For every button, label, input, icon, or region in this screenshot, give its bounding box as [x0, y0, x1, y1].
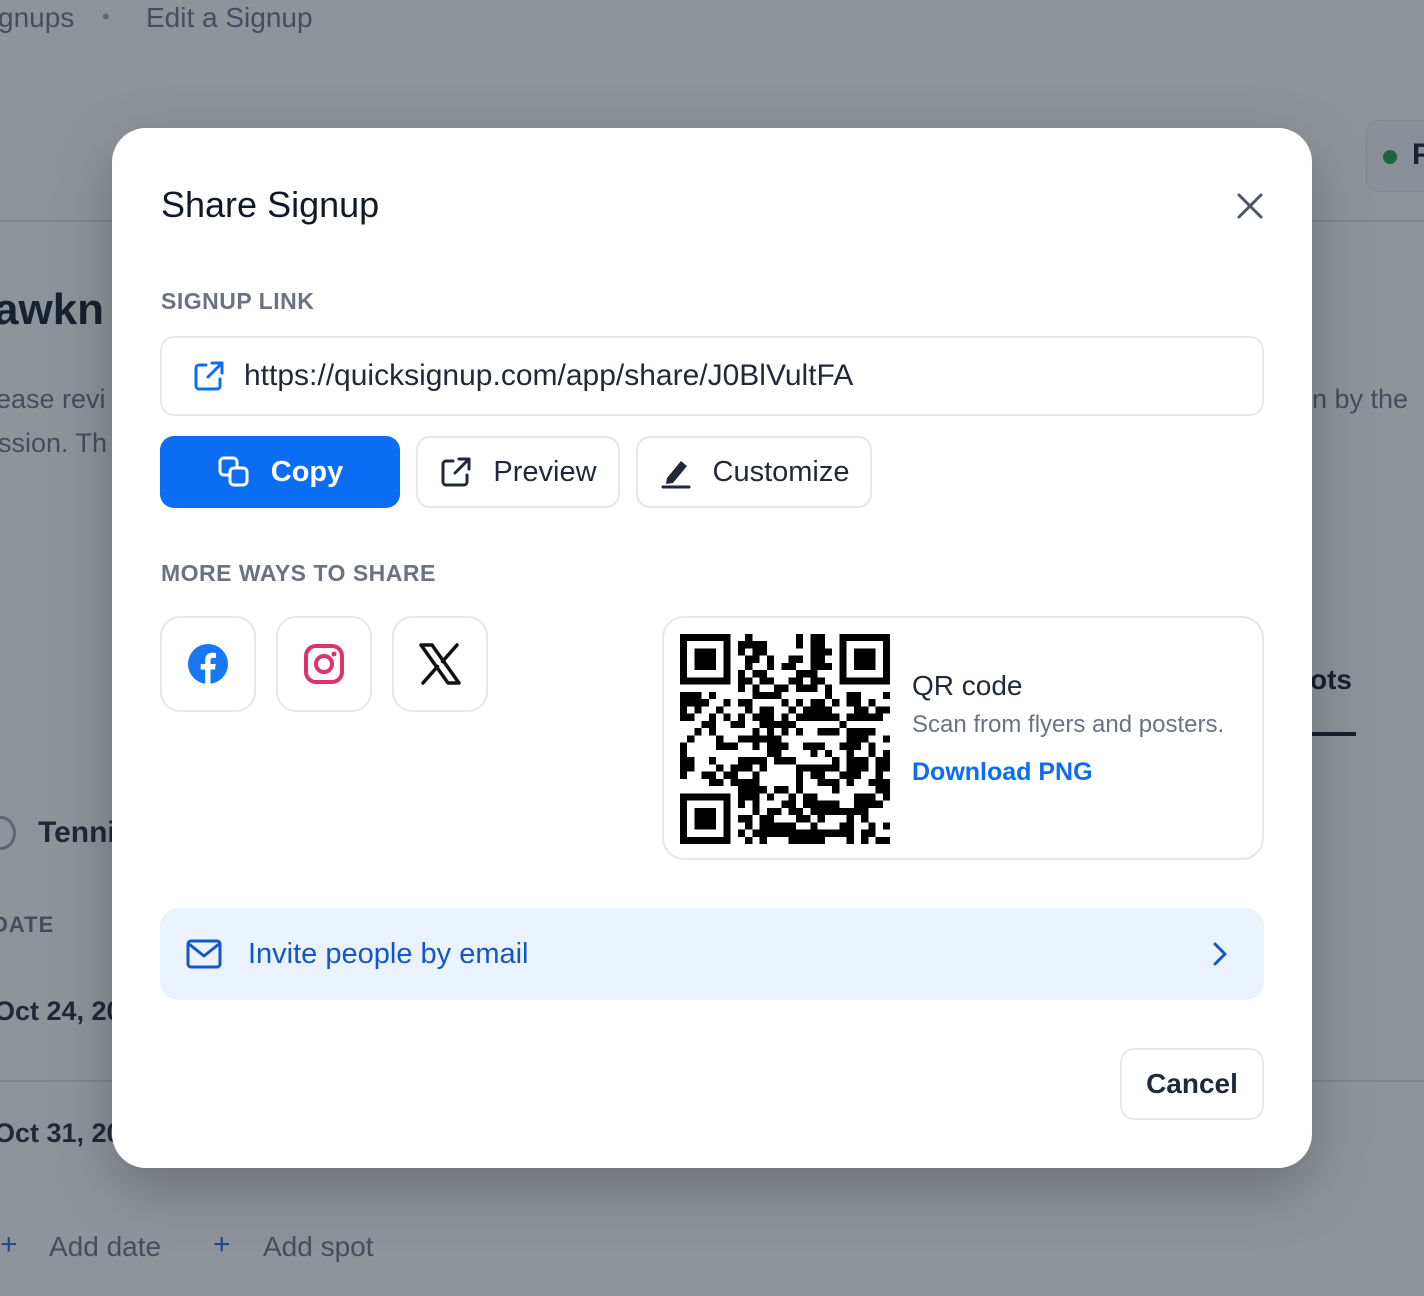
signup-link-field[interactable]: https://quicksignup.com/app/share/J0BlVu… [160, 336, 1264, 416]
share-x-button[interactable] [392, 616, 488, 712]
copy-button-label: Copy [270, 455, 344, 488]
download-png-link[interactable]: Download PNG [912, 758, 1093, 787]
copy-icon [218, 456, 249, 487]
pencil-icon [661, 461, 690, 489]
qr-subtitle: Scan from flyers and posters. [912, 711, 1225, 738]
share-instagram-button[interactable] [276, 616, 372, 712]
customize-button[interactable]: Customize [636, 436, 872, 508]
x-icon [419, 643, 461, 685]
close-button[interactable] [1230, 186, 1270, 226]
chevron-right-icon [1213, 942, 1227, 966]
qr-title: QR code [912, 670, 1023, 701]
invite-by-email-button[interactable]: Invite people by email [160, 908, 1264, 1000]
share-dialog: Share Signup SIGNUP LINK https://quicksi… [112, 128, 1312, 1168]
instagram-icon [304, 644, 344, 684]
cancel-button[interactable]: Cancel [1120, 1048, 1264, 1120]
external-link-icon [194, 361, 224, 391]
external-link-icon [441, 457, 471, 487]
qr-code-icon [680, 634, 890, 844]
signup-link-url: https://quicksignup.com/app/share/J0BlVu… [244, 359, 854, 392]
more-ways-label: MORE WAYS TO SHARE [161, 560, 436, 586]
signup-link-label: SIGNUP LINK [161, 288, 315, 314]
mail-icon [186, 939, 222, 969]
close-icon [1237, 193, 1263, 219]
dialog-title: Share Signup [161, 184, 380, 225]
share-facebook-button[interactable] [160, 616, 256, 712]
preview-button[interactable]: Preview [416, 436, 620, 508]
copy-button[interactable]: Copy [160, 436, 400, 508]
facebook-icon [188, 644, 228, 684]
qr-code-card: QR code Scan from flyers and posters. Do… [662, 616, 1264, 860]
customize-button-label: Customize [712, 455, 850, 488]
invite-label: Invite people by email [248, 937, 529, 970]
preview-button-label: Preview [493, 455, 597, 488]
